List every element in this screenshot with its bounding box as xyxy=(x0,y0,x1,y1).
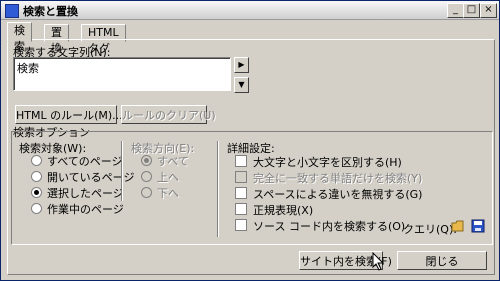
minimize-button[interactable]: _ xyxy=(447,3,464,18)
query-label: クエリ(Q): xyxy=(403,223,457,236)
checkbox-regex[interactable]: 正規表現(X) xyxy=(235,203,313,217)
radio-circle xyxy=(31,171,42,182)
radio-direction-all: すべて xyxy=(141,155,189,169)
search-input[interactable]: 検索 xyxy=(13,57,231,91)
tab-search[interactable]: 検索 xyxy=(7,22,32,53)
save-icon[interactable] xyxy=(471,219,485,233)
checkbox-whole-word: 完全に一致する単語だけを検索(Y) xyxy=(235,171,422,185)
checkbox-label: 正規表現(X) xyxy=(253,204,314,217)
radio-direction-down: 下へ xyxy=(141,187,179,201)
radio-direction-up: 上へ xyxy=(141,171,179,185)
window-title: 検索と置換 xyxy=(23,5,78,18)
checkbox-box xyxy=(235,203,247,215)
radio-circle xyxy=(141,187,152,198)
divider xyxy=(121,141,123,201)
checkbox-label: 完全に一致する単語だけを検索(Y) xyxy=(253,172,423,185)
arrow-down-icon[interactable]: ▼ xyxy=(234,77,249,93)
advanced-label: 詳細設定: xyxy=(227,142,275,155)
title-bar: 検索と置換 _ □ × xyxy=(1,1,499,20)
checkbox-label: スペースによる違いを無視する(G) xyxy=(253,188,423,201)
checkbox-box xyxy=(235,187,247,199)
checkbox-label: ソース コード内を検索する(O) xyxy=(253,220,406,233)
close-window-button[interactable]: × xyxy=(480,3,497,18)
window-icon xyxy=(5,4,19,18)
checkbox-ignore-whitespace[interactable]: スペースによる違いを無視する(G) xyxy=(235,187,422,201)
clear-rule-button: ルールのクリア(U) xyxy=(121,105,216,124)
radio-circle xyxy=(31,203,42,214)
checkbox-match-case[interactable]: 大文字と小文字を区別する(H) xyxy=(235,155,402,169)
mouse-cursor-icon xyxy=(372,252,385,271)
radio-all-pages[interactable]: すべてのページ xyxy=(31,155,123,169)
target-label: 検索対象(W): xyxy=(19,142,87,155)
radio-circle xyxy=(141,171,152,182)
radio-label: 選択したページ xyxy=(47,187,124,200)
radio-label: 作業中のページ xyxy=(47,203,124,216)
direction-label: 検索方向(E): xyxy=(131,142,195,155)
checkbox-source-code[interactable]: ソース コード内を検索する(O) xyxy=(235,219,405,233)
checkbox-box xyxy=(235,155,247,167)
radio-circle xyxy=(31,155,42,166)
checkbox-box xyxy=(235,171,247,183)
checkbox-box xyxy=(235,219,247,231)
maximize-button[interactable]: □ xyxy=(463,3,480,18)
radio-open-pages[interactable]: 開いているページ xyxy=(31,171,134,185)
close-button[interactable]: 閉じる xyxy=(397,251,487,270)
radio-label: 上へ xyxy=(157,171,179,184)
search-site-button[interactable]: サイト内を検索(F) xyxy=(299,251,392,270)
radio-circle xyxy=(141,155,152,166)
html-rule-button[interactable]: HTML のルール(M)... xyxy=(15,105,123,124)
open-folder-icon[interactable] xyxy=(451,219,465,233)
radio-current-page[interactable]: 作業中のページ xyxy=(31,203,124,217)
find-replace-dialog: 検索と置換 _ □ × 検索 置換 HTML タグ 検索する文字列(N): 検索… xyxy=(0,0,500,281)
arrow-right-icon[interactable]: ▶ xyxy=(234,57,249,73)
radio-label: すべてのページ xyxy=(47,155,123,168)
checkbox-label: 大文字と小文字を区別する(H) xyxy=(253,156,402,169)
radio-label: 下へ xyxy=(157,187,179,200)
radio-selected-pages[interactable]: 選択したページ xyxy=(31,187,124,201)
divider xyxy=(217,141,219,237)
radio-label: すべて xyxy=(157,155,189,168)
radio-circle xyxy=(31,187,42,198)
